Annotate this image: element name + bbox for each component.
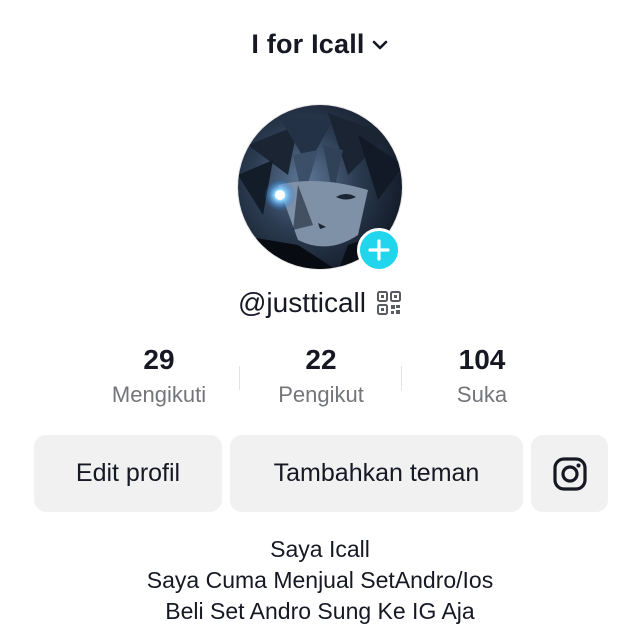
instagram-button[interactable]	[531, 435, 608, 512]
avatar-container	[237, 104, 403, 272]
account-name: I for Icall	[251, 28, 365, 59]
edit-profile-button[interactable]: Edit profil	[34, 435, 222, 512]
following-label: Mengikuti	[111, 382, 207, 407]
plus-icon	[368, 239, 390, 261]
chevron-down-icon	[372, 40, 387, 50]
stat-likes[interactable]: 104 Suka	[402, 340, 562, 408]
stat-followers[interactable]: 22 Pengikut	[241, 340, 401, 408]
followers-label: Pengikut	[278, 382, 364, 407]
add-friend-button[interactable]: Tambahkan teman	[230, 435, 523, 512]
bio-line: Saya Cuma Menjual SetAndro/Ios	[146, 567, 494, 593]
bio: Saya Icall Saya Cuma Menjual SetAndro/Io…	[0, 534, 640, 627]
bio-line: Saya Icall	[270, 536, 370, 562]
stat-divider	[239, 366, 240, 390]
profile-screen: I for Icall @justticall 29 Mengikuti 22 …	[0, 0, 640, 640]
following-count: 29	[143, 344, 175, 375]
stat-following[interactable]: 29 Mengikuti	[79, 340, 239, 408]
account-switcher[interactable]: I for Icall	[251, 29, 388, 60]
edit-profile-label: Edit profil	[75, 459, 181, 487]
add-avatar-button[interactable]	[357, 228, 401, 272]
followers-count: 22	[305, 344, 337, 375]
profile-stats: 29 Mengikuti 22 Pengikut 104 Suka	[0, 340, 640, 420]
top-bar: I for Icall	[0, 22, 640, 66]
likes-label: Suka	[456, 382, 508, 407]
username-handle: @justticall	[237, 287, 366, 318]
qr-code-icon[interactable]	[376, 290, 402, 316]
handle-row: @justticall	[0, 280, 640, 326]
add-friend-label: Tambahkan teman	[273, 459, 480, 487]
likes-count: 104	[458, 344, 506, 375]
bio-line: Beli Set Andro Sung Ke IG Aja	[165, 598, 475, 624]
instagram-icon	[552, 456, 587, 491]
